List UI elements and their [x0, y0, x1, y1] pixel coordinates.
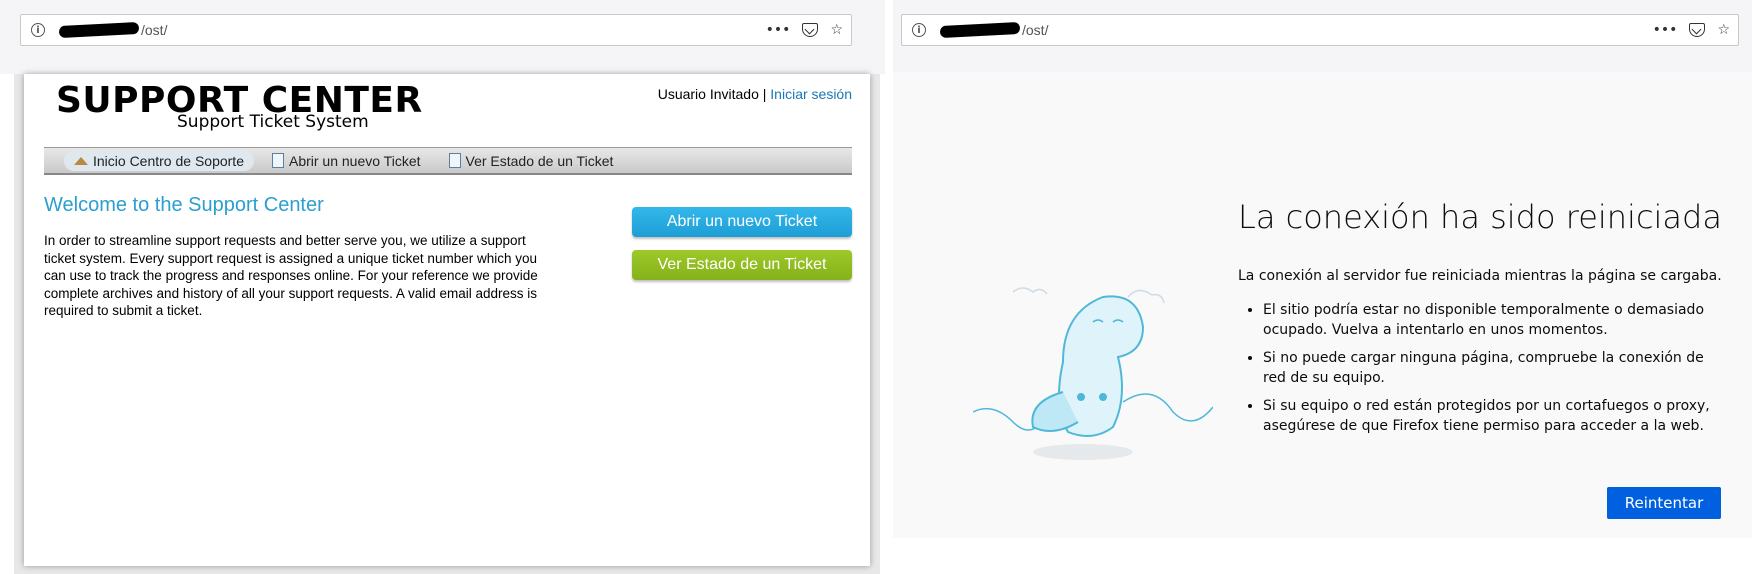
pocket-icon[interactable]: [802, 23, 819, 37]
nav-new-ticket[interactable]: Abrir un nuevo Ticket: [262, 151, 431, 171]
nav-home[interactable]: Inicio Centro de Soporte: [64, 150, 254, 171]
info-icon[interactable]: i: [31, 23, 45, 37]
new-ticket-icon: [271, 153, 284, 168]
error-description: La conexión al servidor fue reiniciada m…: [1238, 268, 1722, 284]
address-bar[interactable]: i /ost/ ••• ☆: [901, 14, 1739, 46]
suggestion-item: Si su equipo o red están protegidos por …: [1263, 396, 1723, 436]
nav-home-label: Inicio Centro de Soporte: [93, 152, 244, 169]
check-status-button[interactable]: Ver Estado de un Ticket: [632, 250, 852, 280]
suggestion-item: Si no puede cargar ninguna página, compr…: [1263, 348, 1723, 388]
user-status: Usuario Invitado | Iniciar sesión: [658, 86, 852, 102]
pocket-icon[interactable]: [1689, 23, 1706, 37]
info-icon[interactable]: i: [912, 23, 926, 37]
nav-ticket-status[interactable]: Ver Estado de un Ticket: [439, 151, 624, 171]
separator: |: [762, 86, 767, 102]
bookmark-star-icon[interactable]: ☆: [1717, 22, 1730, 38]
home-icon: [74, 156, 88, 165]
redacted-hostname: [939, 21, 1021, 39]
support-center-page: SUPPORT CENTER Support Ticket System Usu…: [24, 74, 870, 566]
redacted-hostname: [58, 21, 140, 39]
error-page: La conexión ha sido reiniciada La conexi…: [893, 72, 1752, 538]
open-ticket-button[interactable]: Abrir un nuevo Ticket: [632, 207, 852, 237]
address-bar-tools: ••• ☆: [766, 22, 843, 38]
nav-ticket-status-label: Ver Estado de un Ticket: [465, 152, 614, 169]
suggestion-list: El sitio podría estar no disponible temp…: [1243, 300, 1723, 444]
guest-label: Usuario Invitado: [657, 86, 759, 102]
nav-new-ticket-label: Abrir un nuevo Ticket: [288, 152, 421, 169]
url-path: /ost/: [141, 22, 168, 38]
address-bar-tools: ••• ☆: [1653, 22, 1730, 38]
bookmark-star-icon[interactable]: ☆: [830, 22, 843, 38]
ticket-status-icon: [448, 153, 461, 168]
login-link[interactable]: Iniciar sesión: [770, 86, 852, 102]
url-path: /ost/: [1022, 22, 1049, 38]
main-nav: Inicio Centro de Soporte Abrir un nuevo …: [44, 147, 852, 175]
error-title: La conexión ha sido reiniciada: [1238, 198, 1722, 236]
right-browser-window: i /ost/ ••• ☆ La conexión ha sido reinic…: [893, 0, 1752, 574]
more-icon[interactable]: •••: [766, 22, 791, 38]
welcome-heading: Welcome to the Support Center: [44, 194, 324, 216]
intro-text: In order to streamline support requests …: [44, 233, 538, 318]
address-bar[interactable]: i /ost/ ••• ☆: [20, 14, 852, 46]
suggestion-item: El sitio podría estar no disponible temp…: [1263, 300, 1723, 340]
disconnected-dino-illustration: [973, 287, 1213, 460]
left-browser-window: i /ost/ ••• ☆ SUPPORT CENTER Support Tic…: [0, 0, 885, 574]
more-icon[interactable]: •••: [1653, 22, 1678, 38]
logo-subtitle: Support Ticket System: [177, 112, 369, 132]
retry-button[interactable]: Reintentar: [1607, 487, 1721, 519]
